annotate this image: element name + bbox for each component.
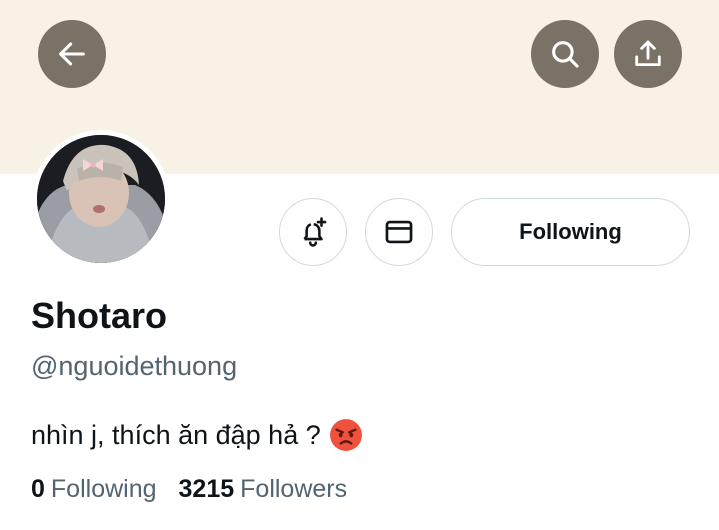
bio-text: nhìn j, thích ăn đập hả ? — [31, 420, 321, 450]
profile-bio: nhìn j, thích ăn đập hả ? — [31, 417, 363, 453]
search-icon — [552, 41, 579, 68]
share-button[interactable] — [614, 20, 682, 88]
profile-stats: 0 Following 3215 Followers — [31, 473, 347, 505]
angry-face-icon — [329, 419, 362, 451]
following-stat-label: Following — [50, 475, 157, 503]
profile-handle: @nguoidethuong — [31, 351, 238, 381]
followers-stat-label: Followers — [240, 475, 348, 503]
following-count: 0 — [31, 475, 45, 503]
bell-plus-icon — [303, 217, 327, 247]
back-button[interactable] — [38, 20, 106, 88]
avatar[interactable] — [32, 130, 170, 268]
following-stat[interactable]: 0 Following — [31, 473, 157, 505]
search-button[interactable] — [531, 20, 599, 88]
notify-button[interactable] — [279, 198, 347, 266]
following-button[interactable]: Following — [451, 198, 690, 266]
avatar-photo — [37, 135, 165, 263]
followers-stat[interactable]: 3215 Followers — [179, 473, 348, 505]
message-button[interactable] — [365, 198, 433, 266]
following-button-label: Following — [519, 219, 622, 244]
profile-name: Shotaro — [31, 295, 168, 336]
avatar-illustration — [37, 135, 165, 263]
followers-count: 3215 — [178, 475, 235, 503]
envelope-icon — [385, 220, 413, 244]
arrow-left-icon — [59, 42, 85, 66]
share-upload-icon — [635, 40, 661, 67]
